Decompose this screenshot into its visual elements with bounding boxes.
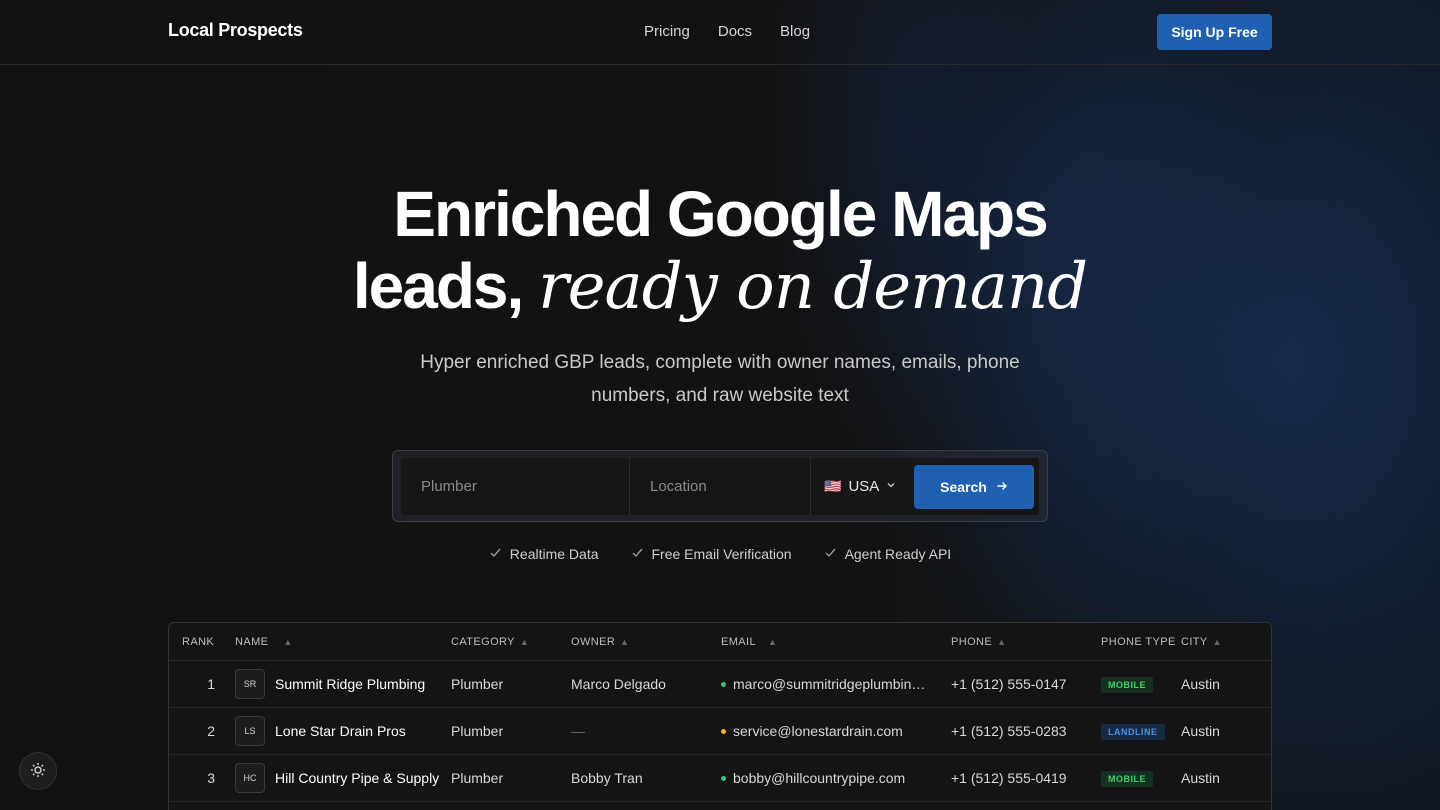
column-header-phone-type[interactable]: PHONE TYPE <box>1101 636 1181 648</box>
keyword-input[interactable] <box>401 458 629 515</box>
cell-city: Austin <box>1181 723 1220 739</box>
main-nav: Pricing Docs Blog <box>644 23 810 40</box>
chevron-down-icon <box>886 480 896 493</box>
cell-email: service@lonestardrain.com <box>721 723 951 739</box>
phone-type-badge: MOBILE <box>1101 771 1153 787</box>
business-name[interactable]: Lone Star Drain Pros <box>275 723 406 739</box>
cell-phone: +1 (512) 555-0419 <box>951 770 1067 786</box>
leads-table: RANK NAME ▲ CATEGORY ▲ OWNER ▲ EMAIL ▲ PHONE… <box>168 622 1272 810</box>
location-input[interactable] <box>629 458 810 515</box>
cell-name: HC Hill Country Pipe & Supply <box>221 763 451 793</box>
cell-city: Austin <box>1181 770 1220 786</box>
sort-caret-icon: ▲ <box>997 636 1007 647</box>
business-name[interactable]: Summit Ridge Plumbing <box>275 676 425 692</box>
country-select[interactable]: 🇺🇸 USA <box>810 458 914 515</box>
cell-phone-type: MOBILE <box>1101 675 1181 693</box>
cell-phone-type: LANDLINE <box>1101 722 1181 740</box>
cell-category: Plumber <box>451 770 504 786</box>
nav-blog[interactable]: Blog <box>780 23 810 40</box>
cell-rank: 2 <box>207 723 215 739</box>
cell-name: LS Lone Star Drain Pros <box>221 716 451 746</box>
brand-logo[interactable]: Local Prospects <box>168 20 303 41</box>
table-header: RANK NAME ▲ CATEGORY ▲ OWNER ▲ EMAIL ▲ PHONE… <box>169 623 1271 661</box>
us-flag-icon: 🇺🇸 <box>824 478 842 494</box>
column-header-phone[interactable]: PHONE ▲ <box>951 636 1101 648</box>
cell-phone: +1 (512) 555-0283 <box>951 723 1067 739</box>
column-header-name[interactable]: NAME ▲ <box>221 636 451 648</box>
search-bar-inner: 🇺🇸 USA Search <box>401 458 1039 515</box>
check-icon <box>489 546 502 562</box>
email-status-dot <box>721 681 726 687</box>
sort-caret-icon: ▲ <box>620 636 630 647</box>
column-header-owner[interactable]: OWNER ▲ <box>571 636 721 648</box>
feature-item: Agent Ready API <box>824 546 952 562</box>
feature-item: Free Email Verification <box>631 546 792 562</box>
cell-category: Plumber <box>451 723 504 739</box>
phone-type-badge: LANDLINE <box>1101 724 1165 740</box>
check-icon <box>631 546 644 562</box>
avatar: HC <box>235 763 265 793</box>
email-status-dot <box>721 728 726 734</box>
sign-up-button[interactable]: Sign Up Free <box>1157 14 1272 50</box>
top-nav: Local Prospects Pricing Docs Blog Sign U… <box>0 0 1440 65</box>
hero-title-line2-plain: leads, <box>352 250 524 322</box>
hero-title-line2-italic: ready on demand <box>538 250 1088 324</box>
phone-type-badge: MOBILE <box>1101 677 1153 693</box>
business-name[interactable]: Hill Country Pipe & Supply <box>275 770 439 786</box>
column-header-email[interactable]: EMAIL ▲ <box>721 636 951 648</box>
column-header-category[interactable]: CATEGORY ▲ <box>451 636 571 648</box>
search-bar: 🇺🇸 USA Search <box>392 450 1048 522</box>
cell-email: marco@summitridgeplumbing.com <box>721 676 951 692</box>
cell-category: Plumber <box>451 676 504 692</box>
email-text[interactable]: marco@summitridgeplumbing.com <box>733 676 933 692</box>
hero-subtitle: Hyper enriched GBP leads, complete with … <box>420 352 1020 406</box>
column-header-rank[interactable]: RANK <box>169 636 221 648</box>
nav-pricing[interactable]: Pricing <box>644 23 690 40</box>
sort-caret-icon: ▲ <box>283 636 293 647</box>
cell-rank: 1 <box>207 676 215 692</box>
search-button[interactable]: Search <box>914 464 1034 509</box>
cell-city: Austin <box>1181 676 1220 692</box>
table-row[interactable]: 3 HC Hill Country Pipe & Supply Plumber … <box>169 755 1271 802</box>
search-button-label: Search <box>940 478 987 495</box>
feature-email-verification: Free Email Verification <box>651 546 792 562</box>
cell-rank: 3 <box>207 770 215 786</box>
hero-title: Enriched Google Maps leads, ready on dem… <box>0 178 1440 323</box>
feature-item: Realtime Data <box>489 546 599 562</box>
avatar: LS <box>235 716 265 746</box>
arrow-right-icon <box>996 479 1008 495</box>
cell-owner: — <box>571 723 585 739</box>
avatar: SR <box>235 669 265 699</box>
hero-title-line1: Enriched Google Maps <box>393 178 1048 250</box>
feature-agent-api: Agent Ready API <box>844 546 952 562</box>
email-text[interactable]: service@lonestardrain.com <box>733 723 903 739</box>
feature-realtime: Realtime Data <box>509 546 599 562</box>
sort-caret-icon: ▲ <box>768 636 778 647</box>
theme-toggle-button[interactable] <box>19 752 57 790</box>
cell-name: SR Summit Ridge Plumbing <box>221 669 451 699</box>
cell-email: bobby@hillcountrypipe.com <box>721 770 951 786</box>
cell-owner: Bobby Tran <box>571 770 643 786</box>
country-label: USA <box>848 478 880 495</box>
email-status-dot <box>721 775 726 781</box>
table-row[interactable]: 2 LS Lone Star Drain Pros Plumber — serv… <box>169 708 1271 755</box>
cell-phone: +1 (512) 555-0147 <box>951 676 1067 692</box>
check-icon <box>824 546 837 562</box>
cell-owner: Marco Delgado <box>571 676 666 692</box>
email-text[interactable]: bobby@hillcountrypipe.com <box>733 770 905 786</box>
sort-caret-icon: ▲ <box>519 636 530 647</box>
sort-caret-icon: ▲ <box>1212 636 1222 647</box>
cell-phone-type: MOBILE <box>1101 769 1181 787</box>
table-row[interactable]: 1 SR Summit Ridge Plumbing Plumber Marco… <box>169 661 1271 708</box>
nav-docs[interactable]: Docs <box>718 23 752 40</box>
sun-icon <box>30 762 46 781</box>
column-header-city[interactable]: CITY ▲ <box>1181 636 1261 648</box>
feature-list: Realtime Data Free Email Verification Ag… <box>0 546 1440 562</box>
